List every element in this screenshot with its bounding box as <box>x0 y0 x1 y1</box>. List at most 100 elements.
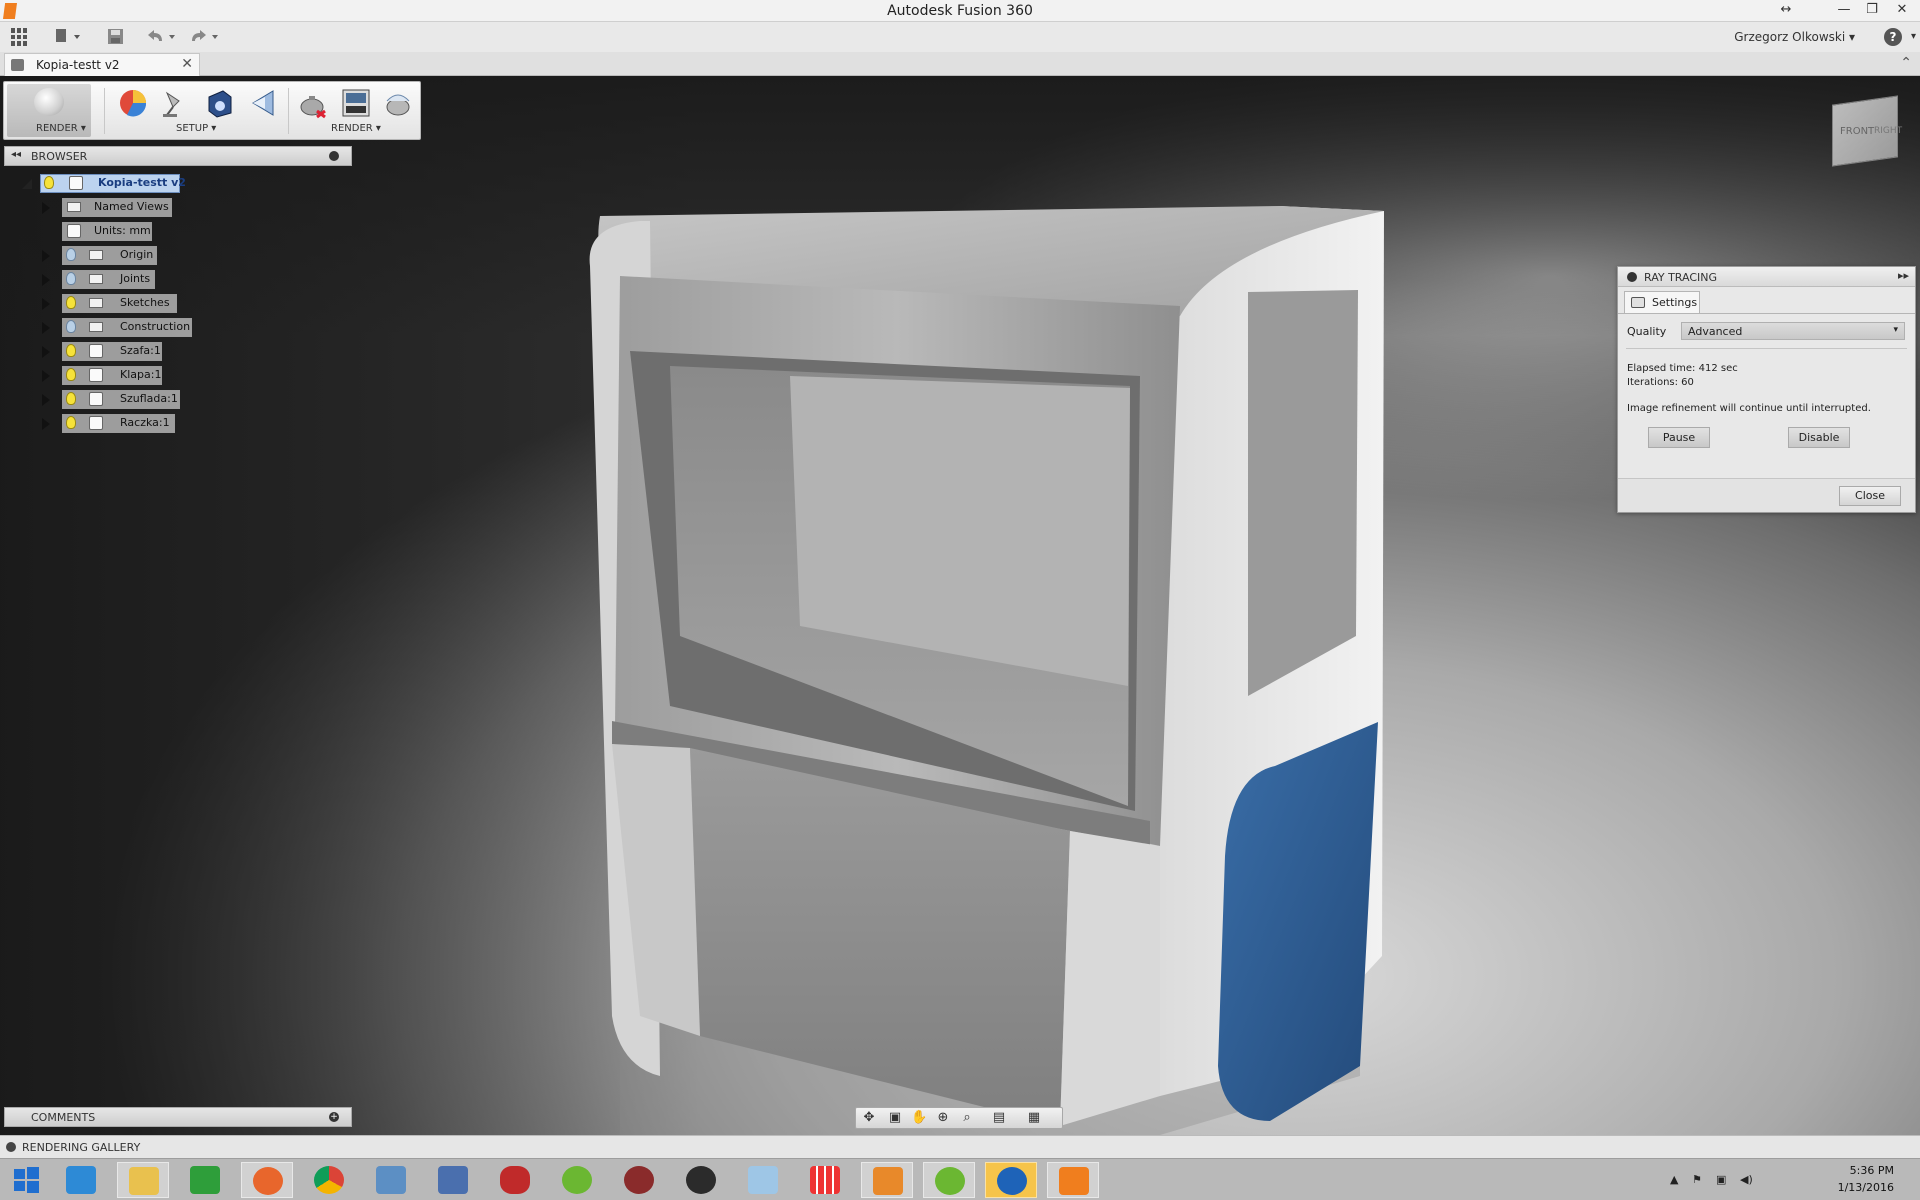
clock-date[interactable]: 1/13/2016 <box>1838 1181 1894 1194</box>
rendered-cabinet-model[interactable] <box>0 76 1920 1135</box>
expand-arrow-icon[interactable] <box>42 298 50 310</box>
ray-tracing-tool[interactable] <box>297 87 329 119</box>
collapse-panel-icon[interactable] <box>1627 272 1637 282</box>
render-dropdown[interactable]: RENDER ▾ <box>331 123 381 134</box>
taskbar-fusion-360[interactable] <box>1047 1162 1099 1198</box>
taskbar-apps-grid[interactable] <box>799 1162 851 1198</box>
scene-settings-tool[interactable] <box>159 87 191 119</box>
show-hidden-icons[interactable]: ▲ <box>1670 1173 1678 1186</box>
taskbar-bug-app[interactable] <box>675 1162 727 1198</box>
texture-map-tool[interactable] <box>247 87 279 119</box>
redo-button[interactable] <box>190 26 224 48</box>
taskbar-antivirus[interactable] <box>613 1162 665 1198</box>
gallery-toggle-icon[interactable] <box>6 1142 16 1152</box>
render-tool[interactable] <box>340 87 372 119</box>
visibility-bulb-icon[interactable] <box>66 248 76 261</box>
visibility-bulb-icon[interactable] <box>66 296 76 309</box>
expand-arrow-icon[interactable] <box>42 370 50 382</box>
file-menu-button[interactable] <box>54 26 82 48</box>
clock-time[interactable]: 5:36 PM <box>1850 1164 1894 1177</box>
fit-window-icon[interactable]: ⌕ <box>959 1111 975 1125</box>
taskbar-utorrent[interactable] <box>551 1162 603 1198</box>
view-cube-right-label[interactable]: RIGHT <box>1874 126 1902 136</box>
browser-item-construction[interactable]: Construction <box>42 318 202 337</box>
pan-hand-icon[interactable]: ✋ <box>911 1111 927 1125</box>
rendering-gallery-bar[interactable]: RENDERING GALLERY <box>0 1135 1920 1158</box>
add-comment-icon[interactable]: + <box>329 1112 339 1122</box>
appearance-tool[interactable] <box>117 87 149 119</box>
save-button[interactable] <box>106 26 126 48</box>
visibility-bulb-icon[interactable] <box>66 272 76 285</box>
disable-button[interactable]: Disable <box>1788 427 1850 448</box>
taskbar-malwarebytes[interactable] <box>985 1162 1037 1198</box>
expand-arrow-icon[interactable] <box>42 346 50 358</box>
visibility-bulb-icon[interactable] <box>66 416 76 429</box>
browser-item-units[interactable]: Units: mm <box>42 222 157 241</box>
expand-arrow-icon[interactable] <box>42 250 50 262</box>
volume-icon[interactable]: ◀) <box>1740 1173 1753 1186</box>
taskbar-remote-desktop[interactable] <box>365 1162 417 1198</box>
taskbar-notepad[interactable] <box>737 1162 789 1198</box>
taskbar-network-tool[interactable] <box>427 1162 479 1198</box>
canvas-viewport[interactable] <box>0 76 1920 1135</box>
close-panel-button[interactable]: Close <box>1839 486 1901 506</box>
browser-pin-icon[interactable] <box>329 151 339 161</box>
close-tab-icon[interactable]: ✕ <box>181 56 193 72</box>
decal-tool[interactable] <box>203 87 235 119</box>
restore-size-icon[interactable]: ↔ <box>1772 0 1800 22</box>
setup-dropdown[interactable]: SETUP ▾ <box>176 123 216 134</box>
zoom-icon[interactable]: ⊕ <box>935 1111 951 1125</box>
browser-panel-header[interactable]: ◂◂ BROWSER <box>4 146 352 166</box>
taskbar-splat-app[interactable] <box>489 1162 541 1198</box>
browser-item-klapa[interactable]: Klapa:1 <box>42 366 167 385</box>
collapse-triangle-icon[interactable] <box>22 179 32 189</box>
visibility-bulb-icon[interactable] <box>66 392 76 405</box>
expand-arrow-icon[interactable] <box>42 202 50 214</box>
expand-panel-icon[interactable]: ▸▸ <box>1898 269 1909 282</box>
expand-arrow-icon[interactable] <box>42 394 50 406</box>
maximize-button[interactable]: ❐ <box>1858 0 1886 22</box>
minimize-button[interactable]: — <box>1830 0 1858 22</box>
quality-select[interactable]: Advanced ▾ <box>1681 322 1905 340</box>
document-tab[interactable]: Kopia-testt v2 ✕ <box>4 53 200 76</box>
help-dropdown-icon[interactable]: ▾ <box>1911 31 1916 42</box>
expand-arrow-icon[interactable] <box>42 418 50 430</box>
undo-button[interactable] <box>146 26 180 48</box>
user-account-menu[interactable]: Grzegorz Olkowski ▾ <box>1734 30 1855 44</box>
close-window-button[interactable]: ✕ <box>1888 0 1916 22</box>
taskbar-utorrent-2[interactable] <box>923 1162 975 1198</box>
taskbar-file-explorer[interactable] <box>117 1162 169 1198</box>
workspace-switcher[interactable]: RENDER ▾ <box>7 84 91 137</box>
taskbar-internet-explorer[interactable] <box>55 1162 107 1198</box>
browser-item-szafa[interactable]: Szafa:1 <box>42 342 167 361</box>
browser-item-szuflada[interactable]: Szuflada:1 <box>42 390 182 409</box>
grid-snaps-icon[interactable]: ▦ <box>1026 1111 1042 1125</box>
expand-arrow-icon[interactable] <box>42 274 50 286</box>
view-cube-front-label[interactable]: FRONT <box>1840 126 1874 137</box>
comments-panel-header[interactable]: COMMENTS + <box>4 1107 352 1127</box>
expand-arrow-icon[interactable] <box>42 322 50 334</box>
rendering-gallery-tool[interactable] <box>382 87 414 119</box>
taskbar-chrome[interactable] <box>303 1162 355 1198</box>
flag-icon[interactable]: ⚑ <box>1692 1173 1702 1186</box>
start-button[interactable] <box>0 1162 52 1198</box>
taskbar-inventor[interactable] <box>861 1162 913 1198</box>
help-icon[interactable]: ? <box>1884 28 1902 46</box>
look-at-icon[interactable]: ▣ <box>887 1111 903 1125</box>
taskbar-firefox[interactable] <box>241 1162 293 1198</box>
visibility-bulb-icon[interactable] <box>44 176 54 189</box>
visibility-bulb-icon[interactable] <box>66 320 76 333</box>
visibility-bulb-icon[interactable] <box>66 368 76 381</box>
pause-button[interactable]: Pause <box>1648 427 1710 448</box>
data-panel-button[interactable] <box>11 26 29 48</box>
browser-item-origin[interactable]: Origin <box>42 246 162 265</box>
ray-tracing-header[interactable]: RAY TRACING ▸▸ <box>1618 267 1915 287</box>
view-cube[interactable]: FRONT RIGHT <box>1832 95 1902 167</box>
network-status-icon[interactable]: ▣ <box>1716 1173 1726 1186</box>
collapse-browser-icon[interactable]: ◂◂ <box>11 149 21 160</box>
tab-settings[interactable]: Settings <box>1624 291 1700 313</box>
browser-item-sketches[interactable]: Sketches <box>42 294 182 313</box>
taskbar-store[interactable] <box>179 1162 231 1198</box>
browser-item-raczka[interactable]: Raczka:1 <box>42 414 177 433</box>
collapse-ribbon-icon[interactable]: ⌃ <box>1900 55 1912 71</box>
